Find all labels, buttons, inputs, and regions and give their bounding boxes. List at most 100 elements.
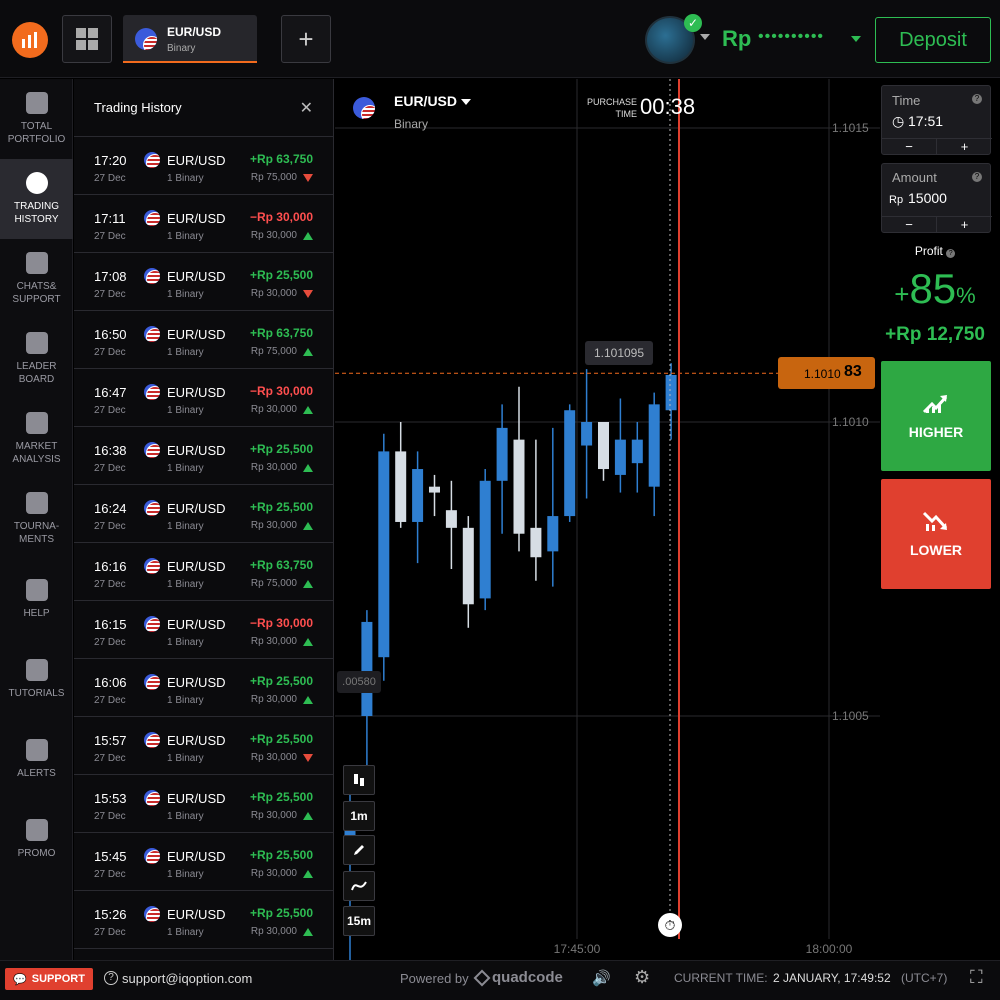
nav-item-1[interactable]: TRADING HISTORY <box>0 159 73 239</box>
chart-icon <box>25 412 48 434</box>
candlestick-chart[interactable]: 1.1015 1.1010 1.1005 17:45:00 18:00:00 <box>335 79 880 960</box>
logo[interactable] <box>12 22 48 58</box>
time-value[interactable]: 17:51 <box>908 113 943 129</box>
logo-bars-icon <box>22 32 37 48</box>
grid-button[interactable] <box>62 15 112 63</box>
history-row[interactable]: 17:11 27 Dec EUR/USD 1 Binary −Rp 30,000 Rp 3… <box>74 195 333 253</box>
trade-date: 27 Dec <box>94 637 126 648</box>
verified-check-icon: ✓ <box>684 14 702 32</box>
add-asset-button[interactable]: + <box>281 15 331 63</box>
history-row[interactable]: 15:45 27 Dec EUR/USD 1 Binary +Rp 25,500 Rp 3… <box>74 833 333 891</box>
nav-item-0[interactable]: TOTAL PORTFOLIO <box>0 79 73 159</box>
amount-input[interactable]: 15000 <box>908 190 947 206</box>
history-row[interactable]: 15:57 27 Dec EUR/USD 1 Binary +Rp 25,500 Rp 3… <box>74 717 333 775</box>
time-minus-button[interactable]: − <box>882 138 937 155</box>
bottom-bar: 💬 SUPPORT ? support@iqoption.com Powered … <box>0 960 1000 1000</box>
history-row[interactable]: 16:38 27 Dec EUR/USD 1 Binary +Rp 25,500 Rp 3… <box>74 427 333 485</box>
candle-type-button[interactable] <box>343 765 375 795</box>
chevron-down-icon[interactable] <box>700 34 710 40</box>
trade-investment: Rp 30,000 <box>250 752 297 763</box>
trade-type: 1 Binary <box>167 173 204 184</box>
close-icon[interactable]: ✕ <box>300 98 313 118</box>
support-button[interactable]: 💬 SUPPORT <box>5 968 93 990</box>
nav-item-6[interactable]: HELP <box>0 559 73 639</box>
profit-percent-value: 85 <box>909 265 957 312</box>
help-circle-icon: ? <box>104 971 118 985</box>
time-label: Time <box>892 93 921 108</box>
asset-tab-type: Binary <box>167 43 196 54</box>
trading-history-panel: Trading History ✕ 17:20 27 Dec EUR/USD 1 Bi… <box>74 79 334 960</box>
nav-item-3[interactable]: LEADER BOARD <box>0 319 73 399</box>
time-plus-button[interactable]: + <box>937 138 992 155</box>
trade-pnl: +Rp 63,750 <box>249 558 313 572</box>
support-email[interactable]: support@iqoption.com <box>122 971 252 986</box>
trade-date: 27 Dec <box>94 695 126 706</box>
trade-pnl: +Rp 25,500 <box>249 732 313 746</box>
trade-type: 1 Binary <box>167 405 204 416</box>
history-row[interactable]: 16:06 27 Dec EUR/USD 1 Binary +Rp 25,500 Rp 3… <box>74 659 333 717</box>
current-time-label: CURRENT TIME: <box>674 971 768 985</box>
powered-by-label: Powered by <box>400 971 469 986</box>
higher-button[interactable]: HIGHER <box>881 361 991 471</box>
lower-button[interactable]: LOWER <box>881 479 991 589</box>
speaker-icon[interactable]: 🔊 <box>592 969 611 987</box>
trade-investment: Rp 30,000 <box>250 288 297 299</box>
balance-chevron-icon[interactable] <box>851 36 861 42</box>
nav-item-2[interactable]: CHATS& SUPPORT <box>0 239 73 319</box>
trade-investment: Rp 30,000 <box>250 404 297 415</box>
chart-area[interactable]: 1.1015 1.1010 1.1005 17:45:00 18:00:00 EUR/U… <box>335 79 880 960</box>
history-row[interactable]: 16:24 27 Dec EUR/USD 1 Binary +Rp 25,500 Rp 3… <box>74 485 333 543</box>
trade-type: 1 Binary <box>167 927 204 938</box>
history-row[interactable]: 16:15 27 Dec EUR/USD 1 Binary −Rp 30,000 Rp 3… <box>74 601 333 659</box>
time-help-icon[interactable]: ? <box>972 94 982 104</box>
nav-item-9[interactable]: PROMO <box>0 799 73 879</box>
profit-label: Profit <box>914 244 943 258</box>
history-row[interactable]: 16:47 27 Dec EUR/USD 1 Binary −Rp 30,000 Rp 3… <box>74 369 333 427</box>
gear-icon[interactable]: ⚙ <box>634 967 650 988</box>
nav-item-8[interactable]: ALERTS <box>0 719 73 799</box>
briefcase-icon <box>25 92 48 114</box>
history-row[interactable]: 15:53 27 Dec EUR/USD 1 Binary +Rp 25,500 Rp 3… <box>74 775 333 833</box>
deposit-button[interactable]: Deposit <box>875 17 991 63</box>
time-control[interactable]: Time ? ◷ 17:51 − + <box>881 85 992 155</box>
amount-minus-button[interactable]: − <box>882 216 937 233</box>
trade-time: 15:26 <box>94 907 127 922</box>
history-row[interactable]: 17:08 27 Dec EUR/USD 1 Binary +Rp 25,500 Rp 3… <box>74 253 333 311</box>
trade-pnl: +Rp 25,500 <box>249 790 313 804</box>
price-tick-label: 1.1010 <box>832 415 869 429</box>
timeframe-15m-button[interactable]: 15m <box>343 906 375 936</box>
trade-pair: EUR/USD <box>167 907 226 922</box>
draw-button[interactable] <box>343 835 375 865</box>
trade-date: 27 Dec <box>94 289 126 300</box>
nav-item-7[interactable]: TUTORIALS <box>0 639 73 719</box>
trade-type: 1 Binary <box>167 521 204 532</box>
trade-date: 27 Dec <box>94 579 126 590</box>
profit-help-icon[interactable]: ? <box>946 249 956 258</box>
lower-label: LOWER <box>909 542 963 558</box>
trade-investment: Rp 30,000 <box>250 462 297 473</box>
asset-tab[interactable]: EUR/USD Binary <box>123 15 257 63</box>
chart-asset-chevron-icon[interactable] <box>461 99 471 105</box>
amount-control[interactable]: Amount ? Rp 15000 − + <box>881 163 992 233</box>
history-row[interactable]: 16:16 27 Dec EUR/USD 1 Binary +Rp 63,750 Rp 7… <box>74 543 333 601</box>
eur-usd-flag-icon <box>144 442 160 458</box>
indicators-button[interactable] <box>343 871 375 901</box>
history-row[interactable]: 16:50 27 Dec EUR/USD 1 Binary +Rp 63,750 Rp 7… <box>74 311 333 369</box>
amount-plus-button[interactable]: + <box>937 216 992 233</box>
history-row[interactable]: 17:20 27 Dec EUR/USD 1 Binary +Rp 63,750 Rp 7… <box>74 137 333 195</box>
chart-asset-name[interactable]: EUR/USD <box>394 93 457 109</box>
left-nav: TOTAL PORTFOLIO TRADING HISTORY CHATS& SUP… <box>0 79 73 960</box>
trade-date: 27 Dec <box>94 173 126 184</box>
candle-body <box>395 451 407 522</box>
candle-body <box>462 527 474 605</box>
history-row[interactable]: 15:26 27 Dec EUR/USD 1 Binary +Rp 25,500 Rp 3… <box>74 891 333 949</box>
nav-item-5[interactable]: TOURNA- MENTS <box>0 479 73 559</box>
amount-help-icon[interactable]: ? <box>972 172 982 182</box>
nav-item-4[interactable]: MARKET ANALYSIS <box>0 399 73 479</box>
trade-pnl: −Rp 30,000 <box>249 616 313 630</box>
timeframe-1m-button[interactable]: 1m <box>343 801 375 831</box>
profit-amount: +Rp 12,750 <box>885 324 985 345</box>
balance-masked[interactable]: •••••••••• <box>758 28 824 46</box>
trade-type: 1 Binary <box>167 869 204 880</box>
fullscreen-icon[interactable]: ⛶ <box>970 967 983 988</box>
